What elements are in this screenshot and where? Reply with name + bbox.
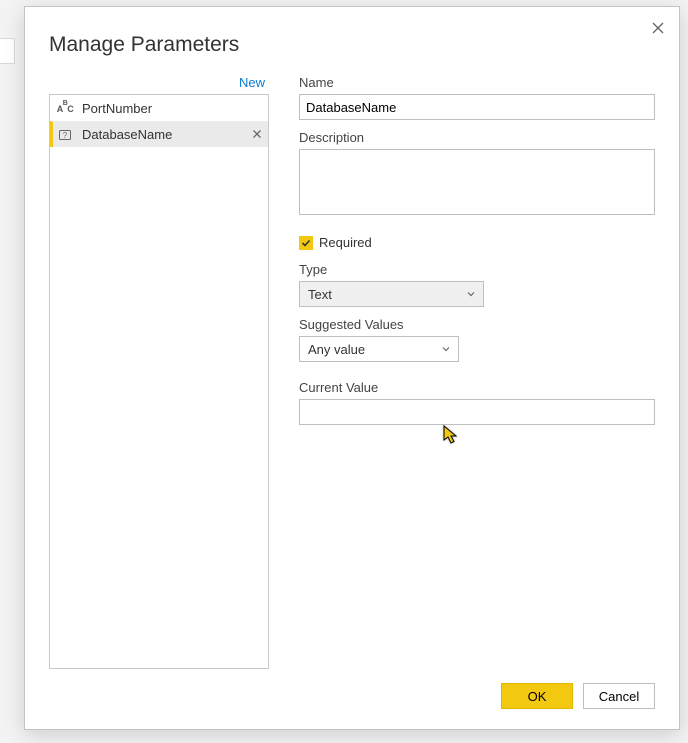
manage-parameters-dialog: Manage Parameters New ABC PortNumber? Data… (24, 6, 680, 730)
chevron-down-icon (467, 290, 475, 298)
dialog-footer: OK Cancel (49, 669, 655, 709)
background-window-fragment (0, 38, 15, 64)
suggested-values-select[interactable]: Any value (299, 336, 459, 362)
type-select-value: Text (308, 287, 332, 302)
parameter-form: Name Description Required Type Text Sugg… (299, 75, 655, 669)
close-icon (252, 129, 262, 139)
close-button[interactable] (651, 21, 665, 35)
parameter-list-item[interactable]: ? DatabaseName (50, 121, 268, 147)
description-label: Description (299, 130, 655, 145)
parameter-list-item[interactable]: ABC PortNumber (50, 95, 268, 121)
parameters-sidebar: New ABC PortNumber? DatabaseName (49, 75, 269, 669)
parameter-item-label: PortNumber (82, 101, 262, 116)
dialog-body: New ABC PortNumber? DatabaseName Name Desc… (49, 75, 655, 669)
suggested-values-select-value: Any value (308, 342, 365, 357)
close-icon (651, 21, 665, 35)
dialog-title: Manage Parameters (49, 33, 655, 57)
description-input[interactable] (299, 149, 655, 215)
current-value-input[interactable] (299, 399, 655, 425)
text-type-icon: ABC (56, 103, 74, 114)
type-select[interactable]: Text (299, 281, 484, 307)
parameter-list: ABC PortNumber? DatabaseName (49, 94, 269, 669)
current-value-label: Current Value (299, 380, 655, 395)
suggested-values-label: Suggested Values (299, 317, 655, 332)
name-label: Name (299, 75, 655, 90)
required-label: Required (319, 235, 372, 250)
ok-button[interactable]: OK (501, 683, 573, 709)
type-label: Type (299, 262, 655, 277)
svg-text:?: ? (63, 131, 68, 140)
required-checkbox[interactable] (299, 236, 313, 250)
name-input[interactable] (299, 94, 655, 120)
new-parameter-link[interactable]: New (49, 75, 269, 94)
parameter-icon: ? (56, 128, 74, 142)
cancel-button[interactable]: Cancel (583, 683, 655, 709)
check-icon (301, 238, 311, 248)
chevron-down-icon (442, 345, 450, 353)
required-row: Required (299, 235, 655, 250)
delete-parameter-button[interactable] (252, 128, 262, 142)
parameter-item-label: DatabaseName (82, 127, 252, 142)
